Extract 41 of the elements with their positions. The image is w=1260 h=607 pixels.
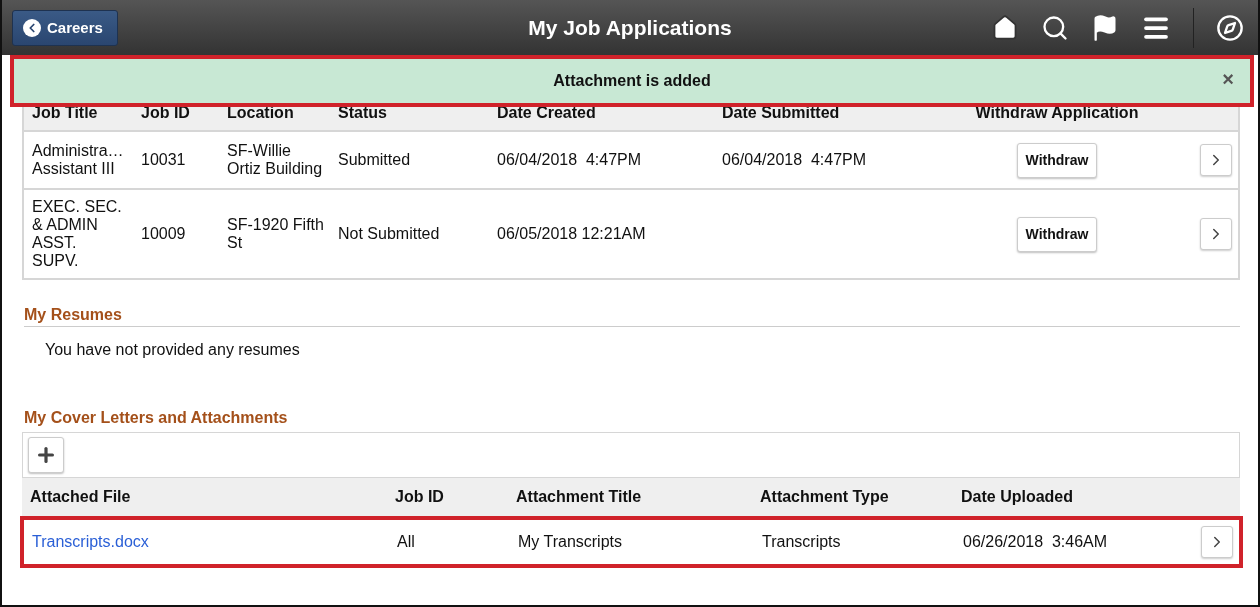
table-cell-text: Submitted xyxy=(338,150,412,170)
table-cell-text: 06/04/2018 4:47PM xyxy=(722,150,868,170)
table-cell-text: 06/05/2018 12:21AM xyxy=(497,224,647,244)
table-cell-text: Transcripts xyxy=(762,532,842,552)
compass-icon[interactable] xyxy=(1216,13,1244,42)
table-cell-text: SF-1920 Fifth St xyxy=(227,215,325,253)
column-header: Job ID xyxy=(395,488,445,506)
plus-icon xyxy=(35,444,57,466)
table-cell-text: 06/04/2018 4:47PM xyxy=(497,150,643,170)
column-header: Attachment Type xyxy=(760,488,890,506)
table-cell-text: 10009 xyxy=(141,224,187,244)
column-header: Date Uploaded xyxy=(961,488,1074,506)
column-header: Attachment Title xyxy=(516,488,643,506)
section-heading: My Cover Letters and Attachments xyxy=(24,409,289,428)
section-heading: My Resumes xyxy=(24,306,1240,327)
table-cell-text: All xyxy=(397,532,416,552)
table-cell-text: Administra… Assistant III xyxy=(32,141,124,179)
table-cell-text: EXEC. SEC. & ADMIN ASST. SUPV. xyxy=(32,197,123,271)
search-icon[interactable] xyxy=(1041,13,1069,42)
file-link[interactable]: Transcripts.docx xyxy=(32,533,149,550)
table-cell-text: SF-Willie Ortiz Building xyxy=(227,141,324,179)
column-header: Date Created xyxy=(497,104,597,122)
withdraw-button[interactable]: Withdraw xyxy=(1016,216,1098,252)
notification-message: Attachment is added xyxy=(553,72,711,90)
back-button[interactable]: Careers xyxy=(12,9,118,46)
table-cell-text: 06/26/2018 3:46AM xyxy=(963,532,1109,552)
home-icon[interactable] xyxy=(991,13,1019,42)
withdraw-button[interactable]: Withdraw xyxy=(1016,142,1098,178)
back-icon xyxy=(23,18,41,37)
table-cell-text: 10031 xyxy=(141,150,187,170)
table-cell-text: Not Submitted xyxy=(338,224,441,244)
column-header: Status xyxy=(338,104,388,122)
empty-message: You have not provided any resumes xyxy=(45,341,301,359)
column-header: Date Submitted xyxy=(722,104,841,122)
table-cell-text: My Transcripts xyxy=(518,532,623,552)
column-header: Attached File xyxy=(30,488,132,506)
column-header: Location xyxy=(227,104,295,122)
page-title: My Job Applications xyxy=(528,15,732,40)
column-header: Withdraw Application xyxy=(974,104,1140,122)
add-button[interactable] xyxy=(28,437,64,473)
close-button[interactable]: × xyxy=(1218,69,1238,89)
